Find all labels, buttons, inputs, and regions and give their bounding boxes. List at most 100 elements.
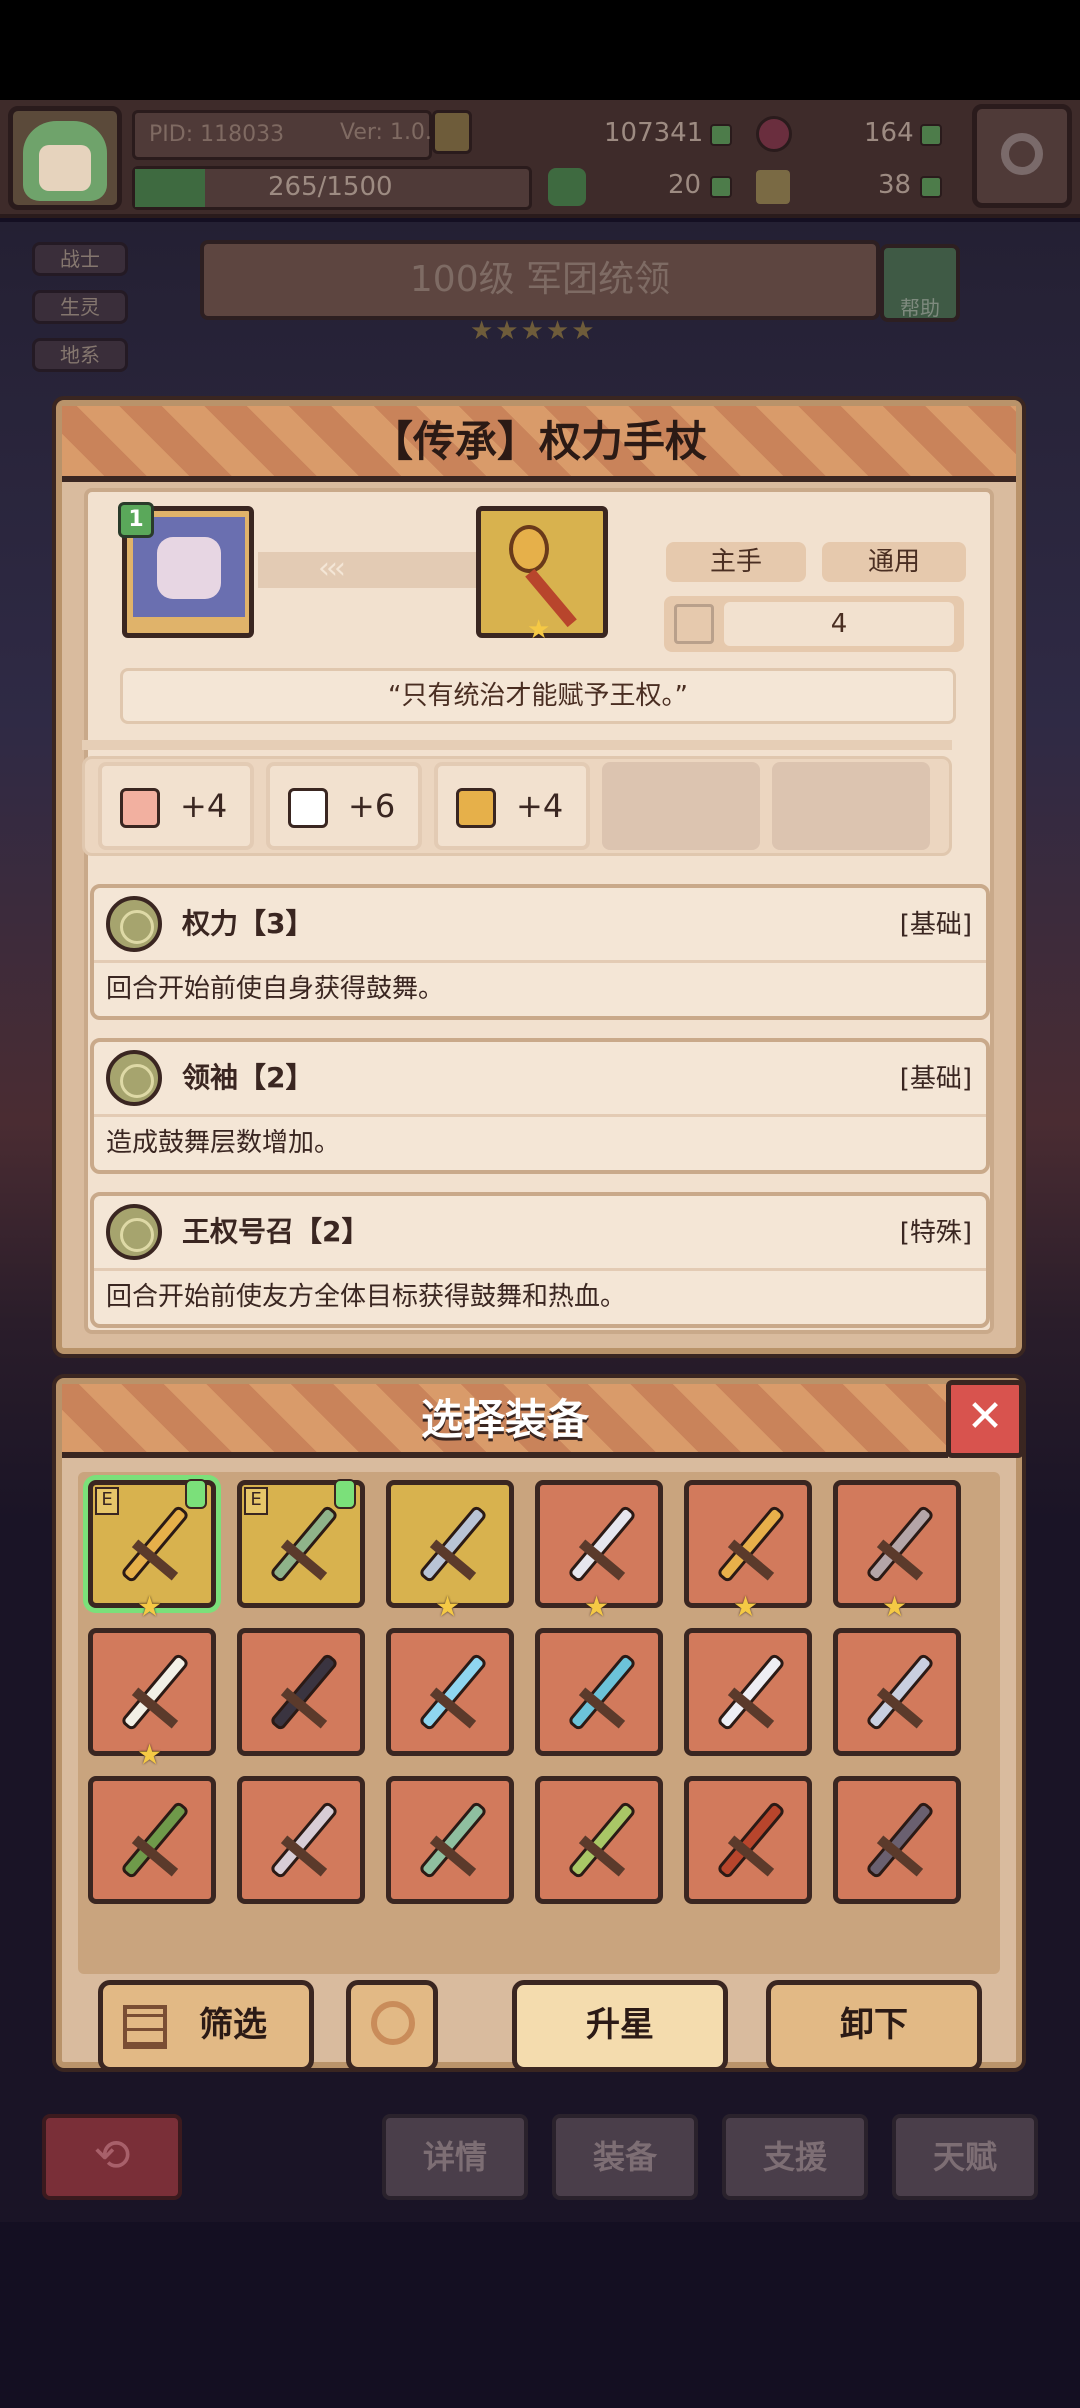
upgrade-star-button[interactable]: 升星 bbox=[512, 1980, 728, 2072]
equipment-slot[interactable]: ★ bbox=[88, 1628, 216, 1771]
add-gem-icon[interactable] bbox=[920, 124, 942, 146]
add-gold-icon[interactable] bbox=[710, 124, 732, 146]
star-icon: ★ bbox=[733, 1590, 759, 1623]
key-icon bbox=[756, 170, 790, 204]
clover-icon bbox=[548, 168, 586, 206]
usage-tag: 通用 bbox=[822, 542, 966, 582]
boot-icon bbox=[456, 788, 496, 828]
equipment-slot[interactable] bbox=[237, 1628, 365, 1756]
skill-card: 权力【3】 [基础] 回合开始前使自身获得鼓舞。 bbox=[90, 884, 990, 1020]
stat-book-value: +6 bbox=[348, 787, 396, 825]
equipment-slot[interactable] bbox=[535, 1776, 663, 1904]
skill-type: [基础] bbox=[899, 910, 972, 940]
skill-card: 王权号召【2】 [特殊] 回合开始前使友方全体目标获得鼓舞和热血。 bbox=[90, 1192, 990, 1328]
filter-label: 筛选 bbox=[199, 2005, 267, 2045]
unequip-button[interactable]: 卸下 bbox=[766, 1980, 982, 2072]
coin-icon bbox=[432, 110, 472, 154]
equipment-slot[interactable] bbox=[833, 1628, 961, 1756]
equipment-slot[interactable] bbox=[386, 1628, 514, 1756]
equipment-slot[interactable]: ★ bbox=[833, 1480, 961, 1623]
skill-medal-icon bbox=[106, 896, 162, 952]
item-detail-panel: 【传承】权力手杖 ‹‹‹ 1 ★ 主手 通用 4 “只有统治才能赋予王权。” +… bbox=[56, 400, 1022, 1354]
equipment-slot[interactable] bbox=[684, 1628, 812, 1756]
equipment-slot[interactable]: ★ bbox=[535, 1480, 663, 1623]
crossbow-icon bbox=[864, 1504, 936, 1584]
tag-race[interactable]: 生灵 bbox=[32, 290, 128, 324]
stat-boot-value: +4 bbox=[516, 787, 564, 825]
slot-value: 4 bbox=[724, 602, 954, 646]
star-icon: ★ bbox=[137, 1738, 163, 1771]
skill-name: 王权号召【2】 bbox=[182, 1215, 370, 1248]
tag-class[interactable]: 战士 bbox=[32, 242, 128, 276]
key-count: 38 bbox=[878, 170, 912, 200]
star-icon: ★ bbox=[435, 1590, 461, 1623]
skill-medal-icon bbox=[106, 1204, 162, 1260]
skill-name: 权力【3】 bbox=[182, 907, 314, 940]
tab-equipment[interactable]: 装备 bbox=[552, 2114, 698, 2200]
stat-boot: +4 bbox=[434, 762, 590, 850]
equipment-slot[interactable]: E ★ bbox=[88, 1479, 216, 1623]
filter-button[interactable]: 筛选 bbox=[98, 1980, 314, 2072]
item-title: 【传承】权力手杖 bbox=[370, 417, 707, 466]
book-icon bbox=[288, 788, 328, 828]
tab-talent[interactable]: 天赋 bbox=[892, 2114, 1038, 2200]
equipped-badge: E bbox=[95, 1487, 119, 1515]
ice-sword-icon bbox=[417, 1652, 489, 1732]
equipment-slot[interactable] bbox=[386, 1776, 514, 1904]
hero-level-badge: 1 bbox=[118, 502, 154, 538]
equipment-slot[interactable]: E bbox=[237, 1479, 365, 1608]
equipment-slot[interactable] bbox=[237, 1776, 365, 1904]
gem-count: 164 bbox=[864, 118, 914, 148]
silver-sword-icon bbox=[715, 1652, 787, 1732]
add-key-icon[interactable] bbox=[920, 176, 942, 198]
close-icon[interactable]: ✕ bbox=[946, 1380, 1024, 1458]
dark-sword-icon bbox=[864, 1800, 936, 1880]
green-axe-icon bbox=[566, 1800, 638, 1880]
refresh-button[interactable] bbox=[346, 1980, 438, 2072]
equipment-slot[interactable]: ★ bbox=[684, 1480, 812, 1623]
gold-count: 107341 bbox=[604, 118, 704, 148]
tab-details[interactable]: 详情 bbox=[382, 2114, 528, 2200]
golden-sword-icon bbox=[119, 1652, 191, 1732]
system-status-bar bbox=[0, 0, 1080, 100]
stat-slot-empty bbox=[772, 762, 930, 850]
equipment-picker: 选择装备 ✕ 筛选 升星 卸下 E ★ E ★ ★ ★ ★ ★ bbox=[56, 1378, 1024, 2072]
gem-icon bbox=[756, 116, 792, 152]
divider bbox=[82, 740, 952, 750]
skill-medal-icon bbox=[106, 1050, 162, 1106]
ornate-dagger-icon bbox=[566, 1504, 638, 1584]
crossed-swords-icon bbox=[417, 1504, 489, 1584]
equipment-slot[interactable] bbox=[535, 1628, 663, 1756]
skill-desc: 回合开始前使自身获得鼓舞。 bbox=[106, 974, 445, 1004]
skill-card: 领袖【2】 [基础] 造成鼓舞层数增加。 bbox=[90, 1038, 990, 1174]
add-clover-icon[interactable] bbox=[710, 176, 732, 198]
help-button[interactable]: 帮助 bbox=[880, 244, 960, 322]
stat-fist: +4 bbox=[98, 762, 254, 850]
tag-element[interactable]: 地系 bbox=[32, 338, 128, 372]
transfer-arrows: ‹‹‹ bbox=[258, 552, 486, 588]
settings-gear-icon[interactable] bbox=[972, 104, 1072, 208]
skill-desc: 回合开始前使友方全体目标获得鼓舞和热血。 bbox=[106, 1282, 627, 1312]
clover-count: 20 bbox=[668, 170, 702, 200]
jade-sword-icon bbox=[417, 1800, 489, 1880]
bone-knife-icon bbox=[268, 1800, 340, 1880]
filter-grid-icon bbox=[123, 2005, 167, 2049]
equipment-slot[interactable]: ★ bbox=[386, 1480, 514, 1623]
skill-type: [基础] bbox=[899, 1064, 972, 1094]
skill-name: 领袖【2】 bbox=[182, 1061, 314, 1094]
level-banner: 100级 军团统领 bbox=[200, 240, 880, 320]
scythe-icon bbox=[268, 1652, 340, 1732]
back-icon[interactable]: ⟲ bbox=[42, 2114, 182, 2200]
scepter-icon[interactable]: ★ bbox=[476, 506, 608, 645]
equipment-slot[interactable] bbox=[684, 1776, 812, 1904]
picker-title: 选择装备 bbox=[420, 1395, 589, 1444]
equipped-badge: E bbox=[244, 1487, 268, 1515]
equipment-slot[interactable] bbox=[833, 1776, 961, 1904]
star-icon: ★ bbox=[584, 1590, 610, 1623]
player-avatar[interactable] bbox=[8, 106, 122, 210]
exp-text: 265/1500 bbox=[268, 172, 393, 202]
flame-sword-icon bbox=[715, 1800, 787, 1880]
tab-support[interactable]: 支援 bbox=[722, 2114, 868, 2200]
star-icon: ★ bbox=[882, 1590, 908, 1623]
equipment-slot[interactable] bbox=[88, 1776, 216, 1904]
